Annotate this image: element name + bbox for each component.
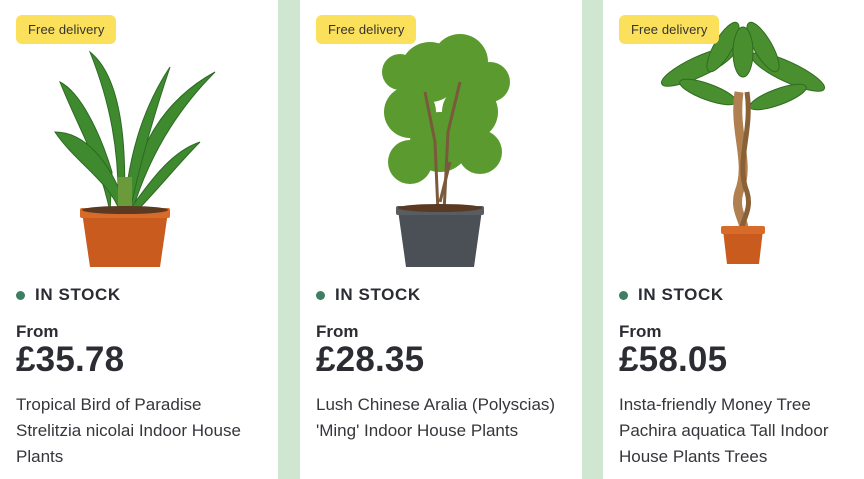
stock-status: IN STOCK [316,285,421,305]
from-label: From [619,322,662,341]
price: £28.35 [316,340,425,379]
product-title-link[interactable]: Tropical Bird of Paradise Strelitzia nic… [16,392,266,470]
price: £35.78 [16,340,125,379]
pot-shape [82,212,168,267]
in-stock-dot-icon [316,290,325,300]
from-label: From [16,322,59,341]
product-card[interactable]: Free delivery IN STOCK From £35.78 Tropi… [0,0,278,479]
stock-status: IN STOCK [16,285,121,305]
product-title-link[interactable]: Lush Chinese Aralia (Polyscias) 'Ming' I… [316,392,566,444]
free-delivery-badge: Free delivery [316,15,417,44]
pot-shape [398,210,482,267]
product-title-link[interactable]: Insta-friendly Money Tree Pachira aquati… [619,392,864,470]
product-card[interactable]: Free delivery IN STOCK From £28.35 Lush … [300,0,582,479]
free-delivery-badge: Free delivery [16,15,117,44]
product-card[interactable]: Free delivery IN STOCK From £58.05 Insta… [603,0,864,479]
stock-label: IN STOCK [638,285,724,304]
price: £58.05 [619,340,728,379]
stock-label: IN STOCK [335,285,421,304]
money-tree-image[interactable] [643,12,843,272]
stock-status: IN STOCK [619,285,724,305]
from-label: From [316,322,359,341]
free-delivery-badge: Free delivery [619,15,720,44]
in-stock-dot-icon [16,290,25,300]
bird-of-paradise-image[interactable] [40,12,240,272]
stock-label: IN STOCK [35,285,121,304]
chinese-aralia-image[interactable] [340,12,540,272]
in-stock-dot-icon [619,290,628,300]
pot-shape [723,230,763,264]
